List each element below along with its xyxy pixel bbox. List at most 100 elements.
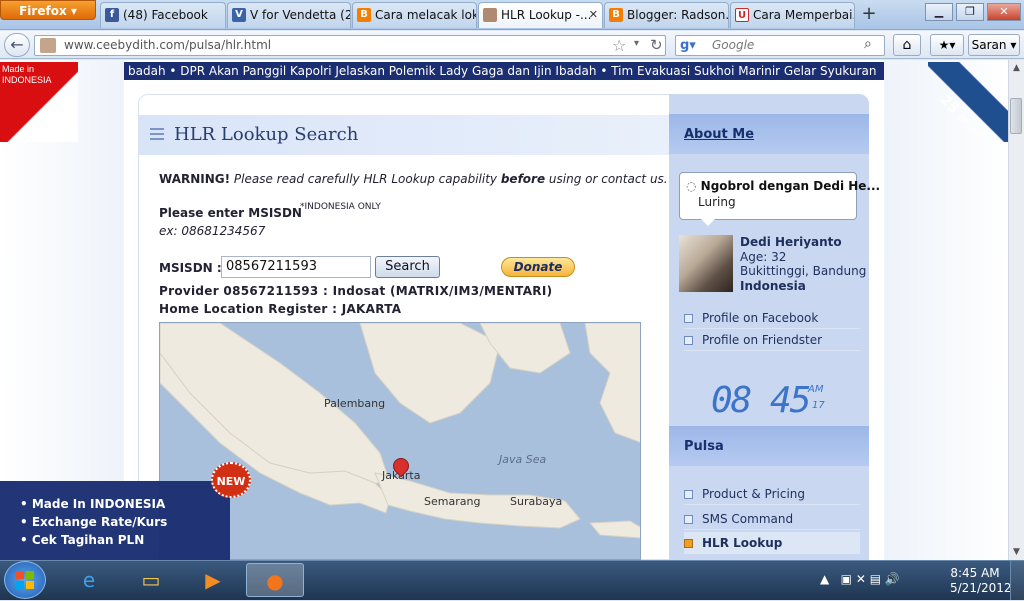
restore-button[interactable]: ❐ bbox=[956, 3, 984, 21]
minimize-button[interactable]: ▁ bbox=[925, 3, 953, 21]
profile-age: Age: 32 bbox=[740, 250, 787, 264]
file-explorer-icon[interactable]: ▭ bbox=[122, 563, 180, 597]
tab-facebook[interactable]: f (48) Facebook bbox=[100, 2, 226, 28]
donate-button[interactable]: Donate bbox=[501, 257, 575, 277]
about-me-title[interactable]: About Me bbox=[684, 127, 754, 142]
site-favicon-icon bbox=[40, 38, 56, 53]
example-text: ex: 08681234567 bbox=[159, 224, 266, 238]
avatar[interactable] bbox=[679, 235, 733, 292]
search-icon[interactable]: ⌕ bbox=[864, 36, 872, 52]
new-badge: NEW bbox=[211, 462, 251, 498]
taskbar-time: 8:45 AM bbox=[950, 566, 1000, 580]
menu-item-cek-tagihan-pln[interactable]: • Cek Tagihan PLN bbox=[20, 533, 144, 547]
map-label-semarang: Semarang bbox=[424, 495, 481, 508]
tab-label: Blogger: Radson... bbox=[627, 8, 729, 22]
media-player-icon[interactable]: ▶ bbox=[184, 563, 242, 597]
start-button[interactable] bbox=[4, 561, 46, 599]
scroll-down-arrow-icon[interactable]: ▼ bbox=[1009, 544, 1024, 560]
imdb-icon: V bbox=[232, 8, 246, 22]
system-tray[interactable]: ▲ ▣ ✕ ▤ 🔊 bbox=[820, 572, 900, 586]
tab-label: Cara Memperbai... bbox=[753, 8, 855, 22]
taskbar-date: 5/21/2012 bbox=[950, 581, 1012, 595]
link-hlr-lookup[interactable]: HLR Lookup bbox=[684, 532, 860, 554]
search-input[interactable] bbox=[675, 35, 885, 56]
scroll-up-arrow-icon[interactable]: ▲ bbox=[1009, 60, 1024, 76]
msisdn-input[interactable]: 08567211593 bbox=[221, 256, 371, 278]
link-product-pricing[interactable]: Product & Pricing bbox=[684, 483, 860, 505]
warning-text: WARNING! Please read carefully HLR Looku… bbox=[159, 172, 668, 186]
taskbar-clock[interactable]: 8:45 AM 5/21/2012 bbox=[950, 566, 1012, 596]
tab-v-for-vendetta[interactable]: V V for Vendetta (2... bbox=[227, 2, 351, 28]
firefox-taskbar-icon[interactable]: ● bbox=[246, 563, 304, 597]
chat-bubble-tail bbox=[700, 218, 716, 226]
history-dropdown-icon[interactable]: ▾ bbox=[634, 38, 639, 49]
saran-label: Saran bbox=[971, 38, 1007, 52]
chat-bubble[interactable]: ◌ Ngobrol dengan Dedi He... Luring bbox=[679, 172, 880, 220]
list-bullet-icon bbox=[684, 314, 693, 323]
bookmarks-button[interactable]: ★▾ bbox=[930, 34, 964, 56]
chat-status: Luring bbox=[698, 195, 736, 209]
profile-location: Bukittinggi, Bandung bbox=[740, 264, 867, 278]
list-bullet-icon bbox=[684, 490, 693, 499]
map-label-surabaya: Surabaya bbox=[510, 495, 563, 508]
tab-label: HLR Lookup -... bbox=[501, 8, 592, 22]
facebook-icon: f bbox=[105, 8, 119, 22]
tab-label: V for Vendetta (2... bbox=[250, 8, 350, 22]
tab-cara-memperbaiki[interactable]: U Cara Memperbai... bbox=[730, 2, 855, 28]
menu-lines-icon-middle bbox=[150, 133, 164, 135]
internet-explorer-icon[interactable]: e bbox=[60, 563, 118, 597]
tab-cara-melacak[interactable]: B Cara melacak lok... bbox=[352, 2, 477, 28]
new-tab-button[interactable]: + bbox=[857, 4, 881, 26]
list-bullet-active-icon bbox=[684, 539, 693, 548]
home-button[interactable]: ⌂ bbox=[893, 34, 921, 56]
pulsa-title: Pulsa bbox=[684, 439, 724, 454]
msisdn-label: MSISDN : bbox=[159, 261, 222, 275]
profile-name[interactable]: Dedi Heriyanto bbox=[740, 235, 842, 249]
show-desktop-button[interactable] bbox=[1010, 561, 1024, 600]
blogger-icon: B bbox=[357, 8, 371, 22]
link-profile-facebook[interactable]: Profile on Facebook bbox=[684, 307, 860, 329]
digital-clock: 08 45 bbox=[711, 380, 811, 421]
link-sms-command[interactable]: SMS Command bbox=[684, 508, 860, 530]
clock-ampm: AM bbox=[808, 384, 824, 395]
clock-seconds: 17 bbox=[812, 400, 825, 411]
saran-button[interactable]: Saran ▾ bbox=[968, 34, 1020, 56]
map-label-java-sea: Java Sea bbox=[499, 453, 547, 466]
close-window-button[interactable]: ✕ bbox=[987, 3, 1021, 21]
reload-icon[interactable]: ↻ bbox=[650, 36, 663, 54]
search-placeholder: Google bbox=[712, 38, 755, 52]
tab-hlr-lookup[interactable]: HLR Lookup -... ✕ bbox=[478, 2, 603, 28]
provider-result: Provider 08567211593 : Indosat (MATRIX/I… bbox=[159, 284, 553, 298]
tab-label: Cara melacak lok... bbox=[375, 8, 476, 22]
google-icon[interactable]: g▾ bbox=[680, 38, 696, 53]
scrollbar[interactable] bbox=[1008, 60, 1024, 560]
firefox-menu-label: Firefox bbox=[19, 4, 67, 18]
page-title: HLR Lookup Search bbox=[174, 124, 359, 145]
chat-title: ◌ Ngobrol dengan Dedi He... bbox=[686, 179, 881, 193]
tab-blogger-radson[interactable]: B Blogger: Radson... bbox=[604, 2, 729, 28]
menu-item-made-in-indonesia[interactable]: • Made In INDONESIA bbox=[20, 497, 165, 511]
enter-msisdn-label: Please enter MSISDN bbox=[159, 206, 302, 220]
url-text[interactable]: www.ceebydith.com/pulsa/hlr.html bbox=[64, 38, 271, 52]
list-bullet-icon bbox=[684, 515, 693, 524]
list-bullet-icon bbox=[684, 336, 693, 345]
bookmarks-icon: ★ bbox=[938, 38, 950, 52]
close-tab-icon[interactable]: ✕ bbox=[589, 3, 598, 27]
site-icon: U bbox=[735, 8, 749, 22]
news-ticker[interactable]: badah • DPR Akan Panggil Kapolri Jelaska… bbox=[124, 62, 884, 80]
search-button[interactable]: Search bbox=[375, 256, 440, 278]
firefox-menu-button[interactable]: Firefox ▾ bbox=[0, 0, 96, 20]
back-button[interactable]: ← bbox=[4, 33, 30, 57]
location-map[interactable]: Palembang Java Sea Jakarta Semarang Sura… bbox=[159, 322, 641, 560]
hlr-result: Home Location Register : JAKARTA bbox=[159, 302, 402, 316]
made-in-indonesia-text: Made in INDONESIA bbox=[2, 64, 52, 85]
map-label-palembang: Palembang bbox=[324, 397, 386, 410]
link-profile-friendster[interactable]: Profile on Friendster bbox=[684, 329, 860, 351]
tab-label: (48) Facebook bbox=[123, 8, 208, 22]
menu-item-exchange-rate[interactable]: • Exchange Rate/Kurs bbox=[20, 515, 167, 529]
site-icon bbox=[483, 8, 497, 22]
windows-logo-icon bbox=[16, 571, 34, 589]
bookmark-star-icon[interactable]: ☆ bbox=[612, 36, 626, 55]
scrollbar-thumb[interactable] bbox=[1010, 98, 1022, 134]
blogger-icon: B bbox=[609, 8, 623, 22]
